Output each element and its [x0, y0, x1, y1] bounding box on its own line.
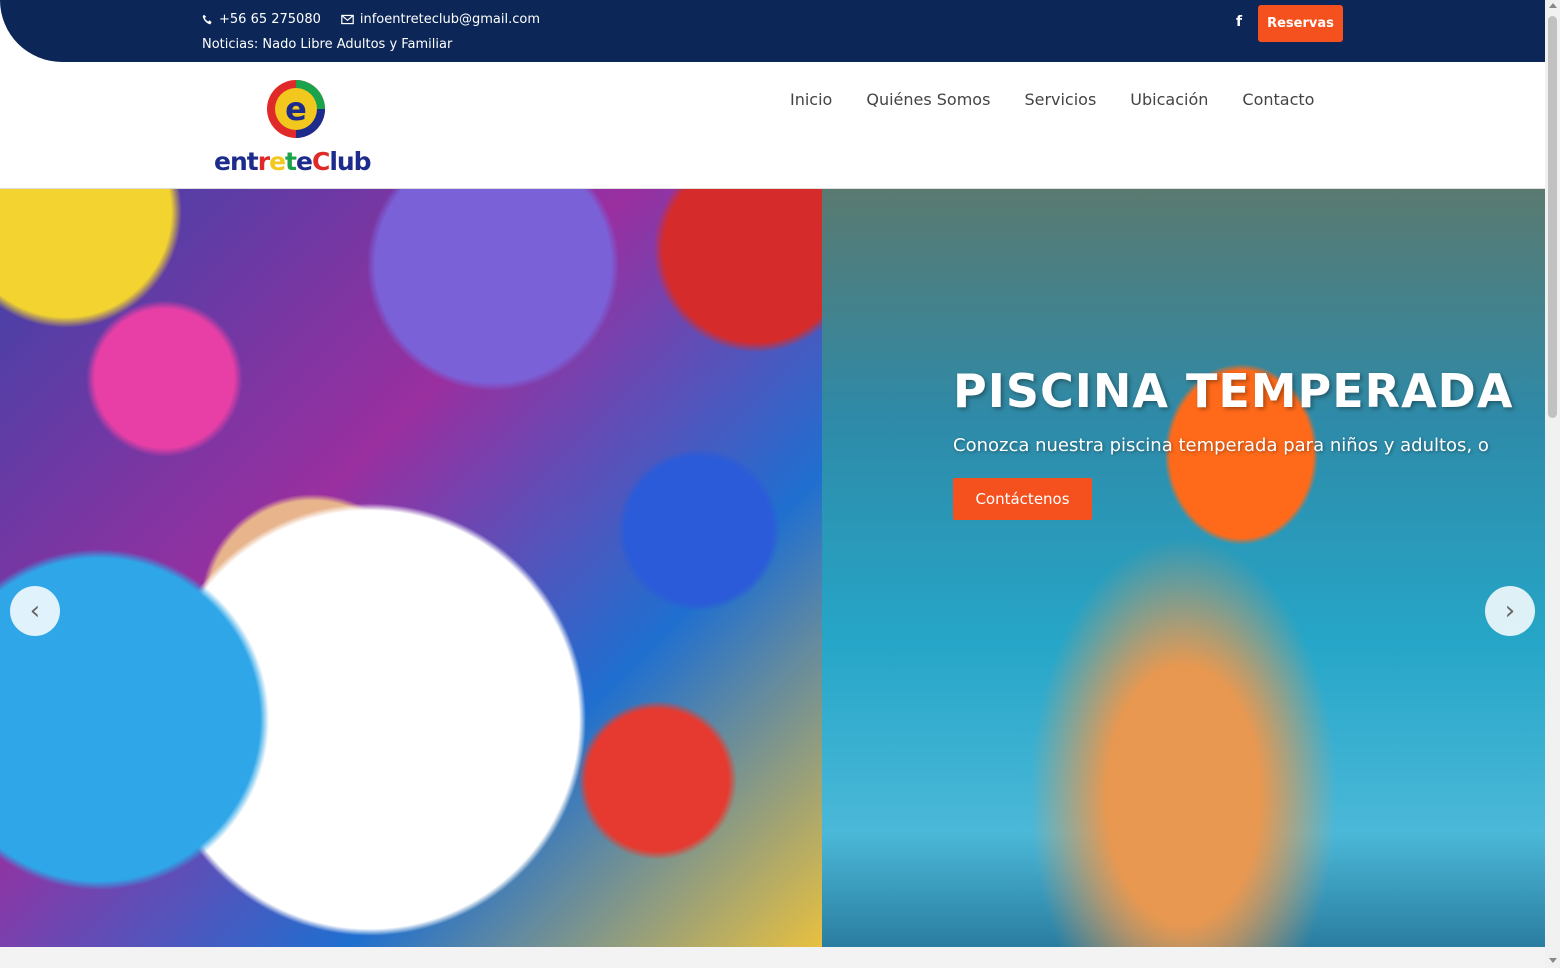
nav-quienes-somos[interactable]: Quiénes Somos — [866, 90, 990, 109]
logo-word-part: t — [285, 147, 297, 176]
reservas-button[interactable]: Reservas — [1258, 5, 1343, 42]
phone-item[interactable]: +56 65 275080 — [202, 12, 321, 27]
site-header: e entreteClub Inicio Quiénes Somos Servi… — [0, 62, 1545, 189]
scroll-up-arrow-icon[interactable] — [1549, 3, 1557, 8]
nav-ubicacion[interactable]: Ubicación — [1130, 90, 1208, 109]
hero-title: PISCINA TEMPERADA — [953, 364, 1514, 418]
logo-word-part: C — [311, 147, 330, 176]
contact-info: +56 65 275080 infoentreteclub@gmail.com — [202, 12, 540, 27]
envelope-icon — [341, 14, 354, 25]
email-address: infoentreteclub@gmail.com — [359, 12, 540, 27]
nav-contacto[interactable]: Contacto — [1242, 90, 1314, 109]
email-item[interactable]: infoentreteclub@gmail.com — [341, 12, 540, 27]
page-scrollbar[interactable] — [1545, 0, 1560, 968]
nav-servicios[interactable]: Servicios — [1024, 90, 1096, 109]
top-bar: +56 65 275080 infoentreteclub@gmail.com … — [0, 0, 1545, 62]
hero-subtitle: Conozca nuestra piscina temperada para n… — [953, 435, 1489, 456]
chevron-left-icon: ‹ — [29, 596, 41, 626]
phone-icon — [202, 14, 212, 25]
facebook-icon[interactable]: f — [1231, 14, 1247, 32]
phone-number: +56 65 275080 — [219, 12, 321, 27]
logo-wordmark: entreteClub — [214, 147, 372, 176]
scrollbar-thumb[interactable] — [1548, 16, 1557, 418]
logo-emblem: e — [267, 80, 325, 138]
logo-word-part: e — [295, 147, 313, 176]
slider-prev-button[interactable]: ‹ — [10, 586, 60, 636]
site-logo[interactable]: e entreteClub — [212, 77, 377, 176]
slide-image-pool — [822, 189, 1545, 947]
logo-word-part: r — [257, 147, 270, 176]
logo-letter: e — [285, 90, 307, 128]
contact-cta-button[interactable]: Contáctenos — [953, 478, 1092, 520]
logo-word-part: lub — [329, 147, 371, 176]
news-ticker[interactable]: Noticias: Nado Libre Adultos y Familiar — [202, 37, 452, 52]
nav-inicio[interactable]: Inicio — [790, 90, 832, 109]
hero-slider: ‹ › — [0, 189, 1545, 947]
main-nav: Inicio Quiénes Somos Servicios Ubicación… — [790, 90, 1314, 109]
chevron-right-icon: › — [1504, 596, 1516, 626]
logo-word-part: e — [269, 147, 286, 176]
slider-next-button[interactable]: › — [1485, 586, 1535, 636]
slide-image-ball-pit — [0, 189, 822, 947]
logo-word-part: ent — [214, 147, 259, 176]
scroll-down-arrow-icon[interactable] — [1549, 958, 1557, 963]
